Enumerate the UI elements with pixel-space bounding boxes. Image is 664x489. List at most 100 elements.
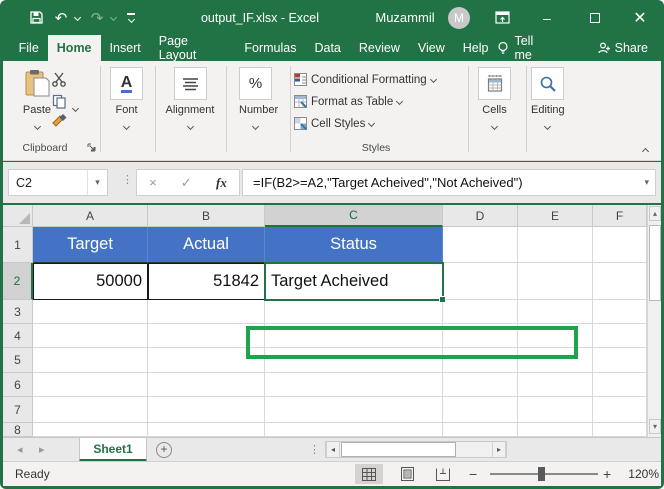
editing-dropdown-icon[interactable] <box>544 123 551 130</box>
expand-formula-bar-icon[interactable]: ▾ <box>644 177 649 188</box>
avatar[interactable]: M <box>446 0 472 35</box>
customize-quick-access-icon[interactable] <box>124 0 138 35</box>
tell-me-box[interactable]: Tell me <box>514 34 559 62</box>
maximize-button[interactable] <box>583 0 607 35</box>
cell-D4[interactable] <box>443 324 518 348</box>
zoom-out-button[interactable]: − <box>469 466 477 482</box>
cell-D2[interactable] <box>443 263 518 300</box>
row-header-5[interactable]: 5 <box>3 348 33 373</box>
cell-D8[interactable] <box>443 423 518 437</box>
tab-file[interactable]: File <box>10 35 48 61</box>
tab-home[interactable]: Home <box>48 35 101 61</box>
new-sheet-button[interactable]: + <box>156 442 172 458</box>
cell-A8[interactable] <box>33 423 148 437</box>
cell-D3[interactable] <box>443 300 518 324</box>
scroll-left-icon[interactable]: ◂ <box>326 442 340 457</box>
copy-dropdown-icon[interactable] <box>73 98 78 116</box>
cell-F8[interactable] <box>593 423 647 437</box>
zoom-level[interactable]: 120% <box>619 467 659 481</box>
row-header-2[interactable]: 2 <box>3 263 33 300</box>
cell-E5[interactable] <box>518 348 593 373</box>
cell-C7[interactable] <box>265 397 443 423</box>
undo-icon[interactable]: ↶ <box>52 0 70 35</box>
sheet-tab-sheet1[interactable]: Sheet1 <box>79 438 147 462</box>
tab-formulas[interactable]: Formulas <box>235 35 305 61</box>
cell-F4[interactable] <box>593 324 647 348</box>
close-button[interactable]: ✕ <box>628 0 652 35</box>
cells-dropdown-icon[interactable] <box>491 123 498 130</box>
name-box-dropdown-icon[interactable]: ▾ <box>87 170 107 195</box>
cell-D7[interactable] <box>443 397 518 423</box>
cell-E7[interactable] <box>518 397 593 423</box>
select-all-button[interactable] <box>3 205 33 227</box>
column-header-E[interactable]: E <box>518 205 593 227</box>
font-group-button[interactable]: A Font <box>110 67 143 134</box>
scroll-up-icon[interactable]: ▴ <box>649 206 661 221</box>
column-header-D[interactable]: D <box>443 205 518 227</box>
number-group-button[interactable]: % Number <box>239 67 272 134</box>
tab-bar-grip[interactable]: ⋮ <box>309 443 320 456</box>
editing-group-button[interactable]: Editing <box>531 67 564 134</box>
cell-C1[interactable]: Status <box>265 227 443 263</box>
row-header-3[interactable]: 3 <box>3 300 33 324</box>
scroll-down-icon[interactable]: ▾ <box>649 419 661 434</box>
cell-D1[interactable] <box>443 227 518 263</box>
number-dropdown-icon[interactable] <box>252 123 259 130</box>
cell-B7[interactable] <box>148 397 265 423</box>
cell-C3[interactable] <box>265 300 443 324</box>
insert-function-icon[interactable]: fx <box>216 175 227 191</box>
cell-B6[interactable] <box>148 373 265 397</box>
cell-B2[interactable]: 51842 <box>148 263 265 300</box>
collapse-ribbon-icon[interactable] <box>643 144 648 162</box>
account-name[interactable]: Muzammil <box>370 0 440 35</box>
horizontal-scrollbar[interactable]: ◂ ▸ <box>325 441 507 458</box>
tab-page-layout[interactable]: Page Layout <box>150 35 236 61</box>
cell-F7[interactable] <box>593 397 647 423</box>
cell-B1[interactable]: Actual <box>148 227 265 263</box>
page-break-view-button[interactable] <box>429 464 457 484</box>
clipboard-dialog-launcher-icon[interactable] <box>87 143 96 152</box>
tab-review[interactable]: Review <box>350 35 409 61</box>
tab-insert[interactable]: Insert <box>101 35 150 61</box>
font-dropdown-icon[interactable] <box>123 123 130 130</box>
formula-bar-grip[interactable]: ⋮ <box>122 173 133 186</box>
row-header-4[interactable]: 4 <box>3 324 33 348</box>
cell-A6[interactable] <box>33 373 148 397</box>
cell-B5[interactable] <box>148 348 265 373</box>
cell-C6[interactable] <box>265 373 443 397</box>
cell-C5[interactable] <box>265 348 443 373</box>
redo-icon[interactable]: ↷ <box>88 0 106 35</box>
undo-dropdown-icon[interactable] <box>72 0 82 35</box>
column-header-B[interactable]: B <box>148 205 265 227</box>
name-box[interactable]: C2 ▾ <box>8 169 108 196</box>
cell-B3[interactable] <box>148 300 265 324</box>
row-header-6[interactable]: 6 <box>3 373 33 397</box>
tab-view[interactable]: View <box>409 35 454 61</box>
cell-C4[interactable] <box>265 324 443 348</box>
cell-E4[interactable] <box>518 324 593 348</box>
cell-F3[interactable] <box>593 300 647 324</box>
paste-dropdown-icon[interactable] <box>33 123 40 130</box>
format-painter-icon[interactable] <box>51 114 67 130</box>
share-button[interactable]: Share <box>615 41 664 55</box>
cut-icon[interactable] <box>51 72 67 87</box>
page-layout-view-button[interactable] <box>393 464 421 484</box>
row-header-1[interactable]: 1 <box>3 227 33 263</box>
cell-F5[interactable] <box>593 348 647 373</box>
fill-handle[interactable] <box>439 296 446 303</box>
sheet-nav-next-icon[interactable]: ▸ <box>39 443 45 456</box>
alignment-dropdown-icon[interactable] <box>186 123 193 130</box>
alignment-group-button[interactable]: Alignment <box>163 67 217 134</box>
cell-E1[interactable] <box>518 227 593 263</box>
format-as-table-button[interactable]: Format as Table <box>294 94 402 109</box>
cell-F1[interactable] <box>593 227 647 263</box>
cell-B4[interactable] <box>148 324 265 348</box>
cells-group-button[interactable]: Cells <box>478 67 511 134</box>
cell-A7[interactable] <box>33 397 148 423</box>
cell-styles-button[interactable]: Cell Styles <box>294 116 374 131</box>
vertical-scroll-thumb[interactable] <box>649 225 661 301</box>
cell-E2[interactable] <box>518 263 593 300</box>
vertical-scrollbar[interactable]: ▴ ▾ <box>647 205 661 437</box>
cell-A5[interactable] <box>33 348 148 373</box>
formula-input[interactable]: =IF(B2>=A2,"Target Acheived","Not Acheiv… <box>242 169 656 196</box>
